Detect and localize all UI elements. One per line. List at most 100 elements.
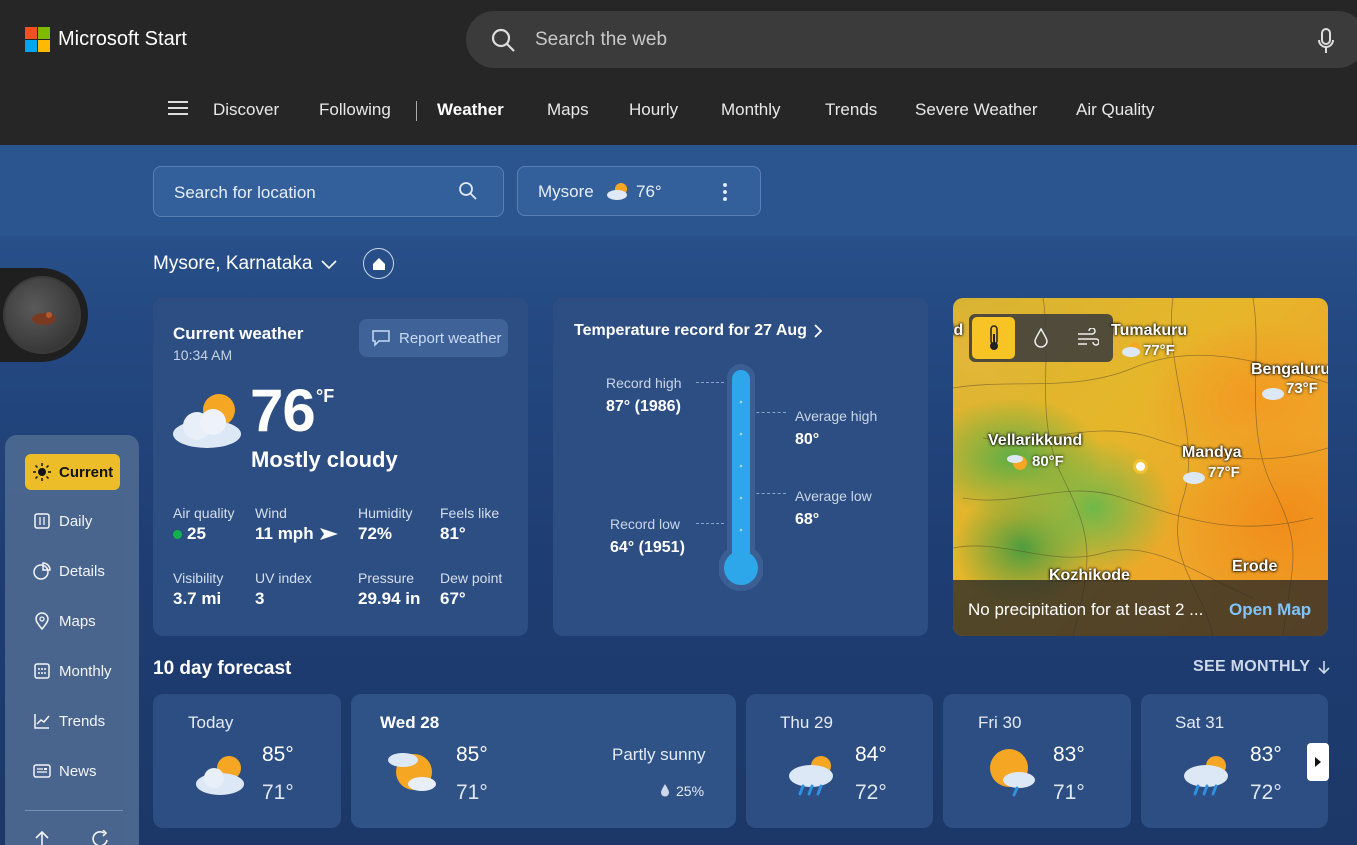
temperature-layer-button[interactable] bbox=[972, 317, 1015, 359]
nav-discover[interactable]: Discover bbox=[213, 100, 279, 120]
open-map-link[interactable]: Open Map bbox=[1229, 600, 1311, 620]
section-sidebar: Current Daily Details Maps Monthly Trend… bbox=[5, 435, 139, 845]
web-search-input[interactable]: Search the web bbox=[535, 29, 667, 51]
location-title-dropdown[interactable]: Mysore, Karnataka bbox=[153, 253, 338, 275]
favorite-city: Mysore bbox=[538, 182, 594, 201]
forecast-high: 83° bbox=[1053, 743, 1085, 766]
forecast-high: 84° bbox=[855, 743, 887, 766]
nav-monthly[interactable]: Monthly bbox=[721, 100, 781, 120]
web-search-box[interactable]: Search the web bbox=[466, 11, 1357, 68]
forecast-day: Sat 31 bbox=[1175, 713, 1225, 732]
forecast-next-button[interactable] bbox=[1307, 743, 1329, 781]
sidebar-item-label: News bbox=[59, 762, 97, 780]
forecast-day-card[interactable]: Today 85° 71° bbox=[153, 694, 341, 828]
sidebar-item-details[interactable]: Details bbox=[25, 553, 120, 589]
current-weather-card: Current weather 10:34 AM Report weather … bbox=[153, 298, 528, 636]
stat-label: Wind bbox=[255, 505, 287, 521]
thermometer-icon bbox=[989, 325, 998, 350]
chat-bubble-icon bbox=[372, 330, 390, 347]
current-weather-title[interactable]: Current weather bbox=[173, 324, 303, 344]
stat-label: Air quality bbox=[173, 505, 235, 521]
forecast-low: 71° bbox=[456, 781, 488, 804]
sidebar-item-current[interactable]: Current bbox=[25, 454, 120, 490]
forecast-high: 85° bbox=[262, 743, 294, 766]
temperature-unit[interactable]: °F bbox=[316, 386, 334, 407]
nav-air-quality[interactable]: Air Quality bbox=[1076, 100, 1154, 120]
current-condition: Mostly cloudy bbox=[251, 447, 398, 472]
hamburger-menu-icon[interactable] bbox=[168, 101, 188, 119]
map-pin-icon bbox=[35, 612, 49, 630]
refresh-icon[interactable] bbox=[91, 830, 111, 845]
see-monthly-label: SEE MONTHLY bbox=[1193, 658, 1311, 675]
see-monthly-link[interactable]: SEE MONTHLY bbox=[1193, 658, 1330, 676]
forecast-day-card[interactable]: Sat 31 83° 72° bbox=[1141, 694, 1328, 828]
wind-icon[interactable] bbox=[1077, 328, 1099, 346]
sidebar-item-monthly[interactable]: Monthly bbox=[25, 653, 120, 689]
map-city-vellarikkund: Vellarikkund bbox=[988, 432, 1083, 449]
stat-air-quality[interactable]: Air quality 25 bbox=[173, 505, 234, 544]
air-quality-dot-icon bbox=[173, 529, 182, 539]
location-search-input[interactable]: Search for location bbox=[174, 183, 316, 203]
stat-wind[interactable]: Wind 11 mph bbox=[255, 505, 339, 544]
set-home-button[interactable] bbox=[363, 248, 394, 279]
nav-hourly[interactable]: Hourly bbox=[629, 100, 678, 120]
temperature-record-link[interactable]: Temperature record for 27 Aug bbox=[574, 322, 823, 340]
sidebar-item-maps[interactable]: Maps bbox=[25, 603, 120, 639]
sidebar-item-daily[interactable]: Daily bbox=[25, 503, 120, 539]
weather-map-card[interactable]: ld Tumakuru 77°F Bengaluru 73°F Vellarik… bbox=[953, 298, 1328, 636]
current-time: 10:34 AM bbox=[173, 347, 233, 363]
stat-value: 25 bbox=[187, 524, 206, 543]
favorite-temp: 76° bbox=[636, 182, 662, 201]
chevron-right-icon bbox=[814, 324, 823, 338]
record-high-label: Record high bbox=[606, 375, 682, 391]
forecast-low: 72° bbox=[1250, 781, 1282, 804]
current-location-marker[interactable] bbox=[1133, 459, 1148, 474]
more-options-icon[interactable] bbox=[722, 182, 728, 202]
arrow-up-icon[interactable] bbox=[33, 830, 51, 845]
avatar[interactable] bbox=[3, 276, 81, 354]
precipitation-drop-icon[interactable] bbox=[1034, 328, 1048, 348]
sidebar-item-label: Trends bbox=[59, 712, 106, 730]
microsoft-start-logo[interactable]: Microsoft Start bbox=[25, 27, 187, 52]
map-city-erode: Erode bbox=[1232, 558, 1278, 575]
stat-humidity[interactable]: Humidity 72% bbox=[358, 505, 412, 544]
stat-value: 29.94 in bbox=[358, 589, 421, 608]
forecast-day-card-selected[interactable]: Wed 28 85° 71° Partly sunny 25% bbox=[351, 694, 736, 828]
nav-weather[interactable]: Weather bbox=[437, 100, 504, 120]
location-search-box[interactable]: Search for location bbox=[153, 166, 504, 217]
sidebar-item-news[interactable]: News bbox=[25, 753, 120, 789]
nav-severe-weather[interactable]: Severe Weather bbox=[915, 100, 1038, 120]
forecast-day-card[interactable]: Thu 29 84° 72° bbox=[746, 694, 933, 828]
record-low-label: Record low bbox=[610, 516, 681, 532]
cloudy-icon bbox=[1183, 472, 1205, 484]
rain-showers-icon bbox=[789, 756, 833, 796]
avatar-image-icon bbox=[32, 312, 56, 325]
stat-pressure[interactable]: Pressure 29.94 in bbox=[358, 570, 420, 609]
average-high-value: 80° bbox=[795, 431, 820, 448]
record-low-value: 64° (1951) bbox=[610, 539, 685, 556]
partly-sunny-icon bbox=[388, 753, 436, 791]
map-city-mandya: Mandya bbox=[1182, 444, 1242, 461]
search-icon[interactable] bbox=[458, 181, 478, 201]
sidebar-item-trends[interactable]: Trends bbox=[25, 703, 120, 739]
sidebar-item-label: Current bbox=[59, 463, 114, 481]
nav-separator bbox=[416, 101, 417, 121]
nav-trends[interactable]: Trends bbox=[825, 100, 877, 120]
forecast-day: Fri 30 bbox=[978, 713, 1022, 732]
play-right-icon bbox=[1315, 757, 1321, 767]
stat-uv-index[interactable]: UV index 3 bbox=[255, 570, 312, 609]
stat-dew-point[interactable]: Dew point 67° bbox=[440, 570, 502, 609]
report-weather-button[interactable]: Report weather bbox=[359, 319, 508, 357]
nav-following[interactable]: Following bbox=[319, 100, 391, 120]
nav-maps[interactable]: Maps bbox=[547, 100, 589, 120]
forecast-low: 71° bbox=[1053, 781, 1085, 804]
forecast-day-card[interactable]: Fri 30 83° 71° bbox=[943, 694, 1131, 828]
forecast-low: 71° bbox=[262, 781, 294, 804]
report-weather-label: Report weather bbox=[399, 329, 502, 347]
stat-feels-like[interactable]: Feels like 81° bbox=[440, 505, 499, 544]
stat-visibility[interactable]: Visibility 3.7 mi bbox=[173, 570, 223, 609]
microphone-icon[interactable] bbox=[1316, 27, 1336, 55]
forecast-precip: 25% bbox=[676, 783, 705, 799]
favorite-location-chip[interactable]: Mysore 76° bbox=[517, 166, 761, 216]
stat-label: Humidity bbox=[358, 505, 413, 521]
